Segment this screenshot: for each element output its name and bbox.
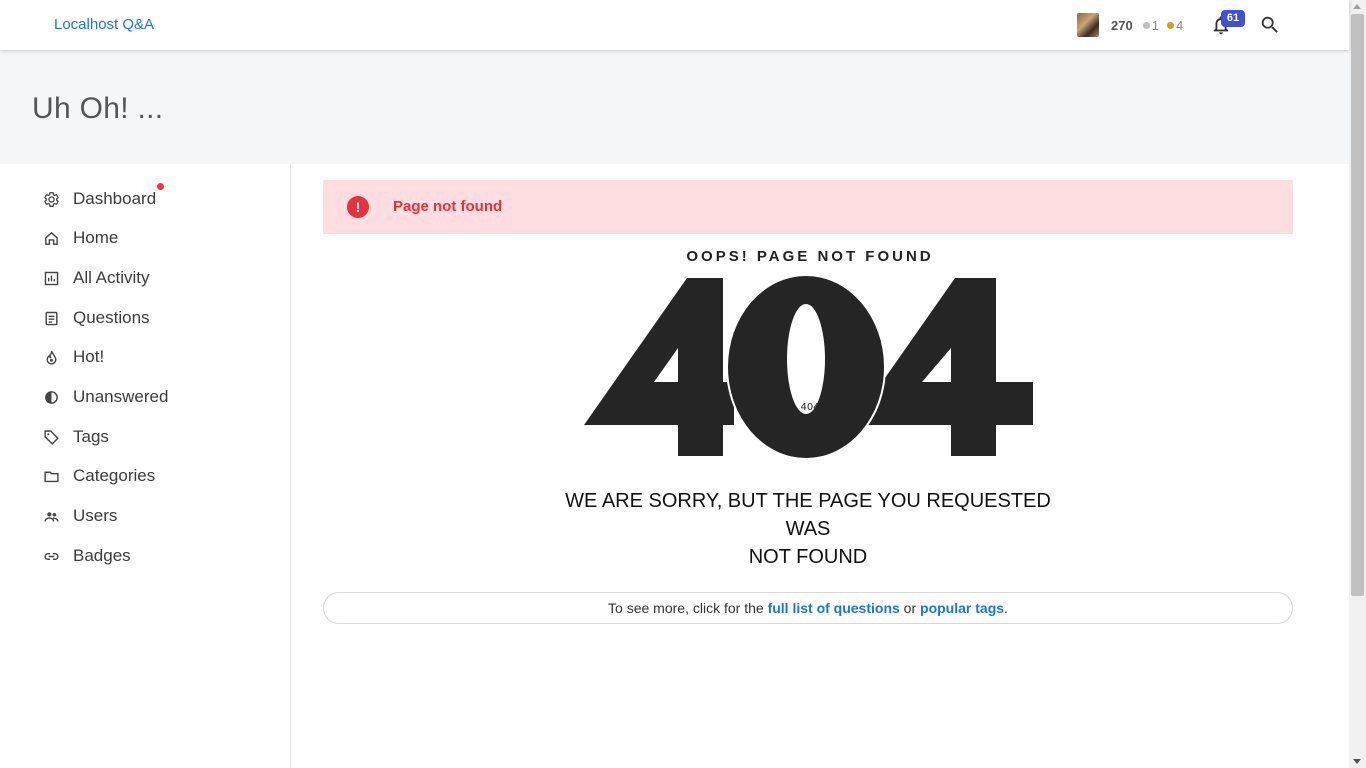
sidebar-item-badges[interactable]: Badges bbox=[43, 542, 131, 570]
unread-dot-indicator bbox=[157, 183, 164, 190]
sidebar-item-label: Badges bbox=[73, 546, 131, 565]
gold-badge-icon bbox=[1166, 21, 1174, 29]
tag-icon bbox=[44, 429, 59, 445]
error-description: WE ARE SORRY, BUT THE PAGE YOU REQUESTED… bbox=[540, 487, 1076, 571]
sidebar-item-label: All Activity bbox=[73, 268, 150, 287]
link-icon bbox=[44, 552, 59, 560]
sidebar-item-label: Dashboard bbox=[73, 189, 157, 208]
page-header: Uh Oh! ... bbox=[0, 50, 1349, 164]
sidebar-item-unanswered[interactable]: Unanswered bbox=[43, 383, 168, 411]
scroll-down-arrow-icon[interactable] bbox=[1353, 759, 1361, 764]
error-alert: ! Page not found bbox=[323, 180, 1293, 234]
gold-badge-count: 4 bbox=[1175, 17, 1184, 33]
full-questions-link[interactable]: full list of questions bbox=[768, 600, 900, 616]
sidebar-nav: Dashboard Home All Activity Questions Ho… bbox=[0, 164, 291, 768]
sidebar-item-label: Categories bbox=[73, 466, 156, 485]
half-circle-icon bbox=[45, 390, 58, 404]
sidebar-item-label: Home bbox=[73, 228, 119, 247]
top-bar: Localhost Q&A 270 1 4 61 bbox=[0, 0, 1349, 50]
error-heading: OOPS! PAGE NOT FOUND bbox=[686, 248, 934, 265]
sidebar-item-users[interactable]: Users bbox=[43, 502, 117, 530]
chart-icon bbox=[44, 271, 59, 285]
vertical-scrollbar[interactable] bbox=[1349, 0, 1366, 768]
sidebar-item-hot[interactable]: Hot! bbox=[43, 343, 104, 371]
sidebar-item-all-activity[interactable]: All Activity bbox=[43, 264, 150, 292]
error-code-graphic: 404 bbox=[584, 274, 1033, 460]
site-brand-link[interactable]: Localhost Q&A bbox=[54, 16, 154, 33]
see-more-suffix: . bbox=[1004, 600, 1008, 616]
folder-icon bbox=[44, 471, 59, 482]
sidebar-item-questions[interactable]: Questions bbox=[43, 304, 150, 332]
flame-icon bbox=[46, 350, 57, 365]
see-more-prefix: To see more, click for the bbox=[608, 600, 768, 616]
error-description-line1: WE ARE SORRY, BUT THE PAGE YOU REQUESTED… bbox=[565, 490, 1051, 540]
gear-icon bbox=[44, 191, 59, 207]
scrollbar-thumb[interactable] bbox=[1351, 14, 1364, 596]
avatar[interactable] bbox=[1077, 13, 1099, 37]
popular-tags-link[interactable]: popular tags bbox=[920, 600, 1004, 616]
alert-exclamation-icon: ! bbox=[347, 196, 369, 218]
error-description-line2: NOT FOUND bbox=[748, 546, 868, 568]
silver-badge-icon bbox=[1142, 21, 1150, 29]
error-code-text: 404 bbox=[800, 402, 819, 413]
silver-badge-count: 1 bbox=[1151, 17, 1159, 33]
home-icon bbox=[45, 231, 58, 245]
sidebar-item-tags[interactable]: Tags bbox=[43, 423, 109, 451]
search-icon[interactable] bbox=[1259, 14, 1281, 36]
see-more-box: To see more, click for the full list of … bbox=[323, 592, 1293, 624]
see-more-mid: or bbox=[899, 600, 921, 616]
sidebar-item-label: Unanswered bbox=[73, 387, 169, 406]
users-icon bbox=[44, 511, 59, 522]
page-title: Uh Oh! ... bbox=[32, 92, 164, 125]
sidebar-item-categories[interactable]: Categories bbox=[43, 462, 155, 490]
notification-count-badge[interactable]: 61 bbox=[1221, 10, 1245, 27]
scroll-up-arrow-icon[interactable] bbox=[1353, 4, 1361, 9]
sidebar-item-home[interactable]: Home bbox=[43, 224, 118, 252]
sidebar-item-label: Users bbox=[73, 506, 118, 525]
user-account-summary[interactable]: 270 1 4 bbox=[1077, 13, 1183, 37]
page: Localhost Q&A 270 1 4 61 Uh Oh! ... Dash… bbox=[0, 0, 1349, 768]
sidebar-item-label: Tags bbox=[73, 427, 109, 446]
sidebar-item-dashboard[interactable]: Dashboard bbox=[43, 183, 164, 213]
sidebar-item-label: Hot! bbox=[73, 347, 105, 366]
sidebar-item-label: Questions bbox=[73, 308, 150, 327]
alert-message: Page not found bbox=[393, 198, 503, 215]
document-icon bbox=[45, 311, 58, 325]
user-points: 270 bbox=[1111, 17, 1133, 33]
